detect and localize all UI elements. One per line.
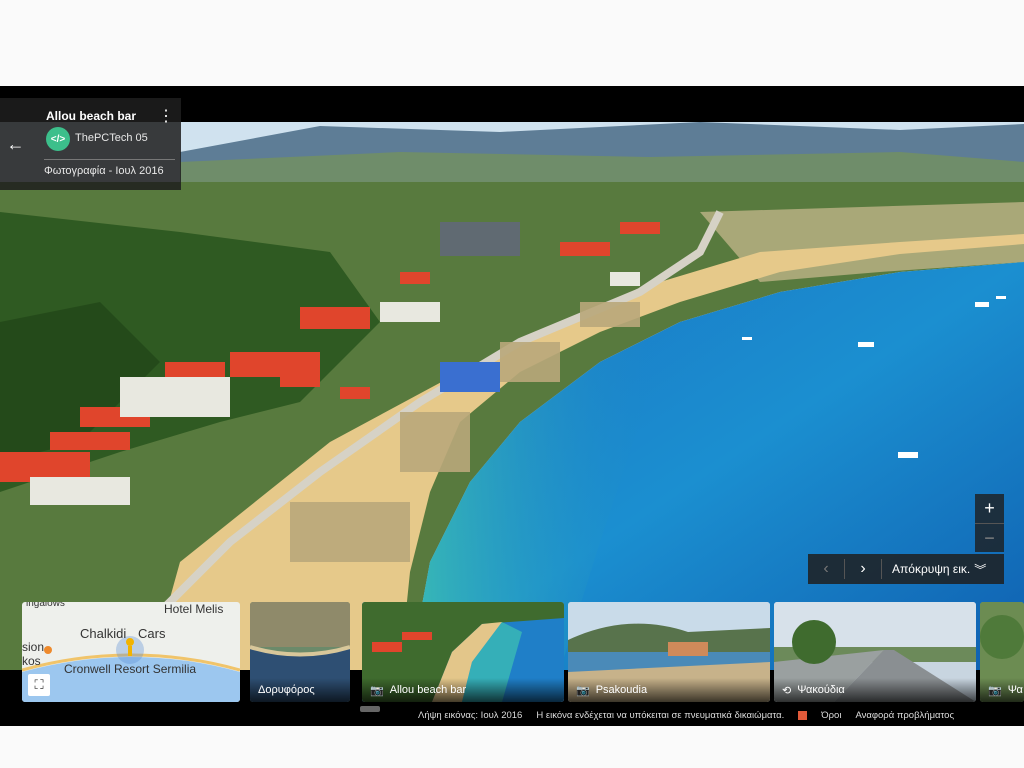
- thumbnail-label-text: Ψακούδια: [797, 684, 845, 696]
- thumbnail-label-text: Allou beach bar: [389, 684, 467, 696]
- thumbnail-satellite[interactable]: Δορυφόρος: [250, 602, 350, 702]
- footer-bar: Λήψη εικόνας: Ιουλ 2016 Η εικόνα ενδέχετ…: [418, 710, 968, 721]
- more-vert-icon[interactable]: ⋮: [158, 108, 174, 128]
- map-label: ingalows: [26, 602, 65, 609]
- map-label: sion: [22, 640, 45, 654]
- hide-images-button[interactable]: Απόκρυψη εικ. ︾: [892, 561, 986, 578]
- panorama-image[interactable]: [0, 122, 1024, 670]
- photo-nav-bar: ‹ › Απόκρυψη εικ. ︾: [808, 554, 1004, 584]
- thumbnail-label: 📷 Psakoudia: [568, 678, 770, 702]
- top-margin: [0, 0, 1024, 86]
- thumbnail-label: Δορυφόρος: [250, 678, 350, 702]
- thumbnail-label: 📷 Ψα: [980, 678, 1024, 702]
- capture-date: Λήψη εικόνας: Ιουλ 2016: [418, 710, 523, 721]
- zoom-in-button[interactable]: +: [975, 494, 1004, 523]
- thumbnail-label-text: Δορυφόρος: [258, 684, 315, 696]
- camera-icon: 📷: [576, 684, 590, 697]
- report-problem-link[interactable]: Αναφορά προβλήματος: [855, 710, 954, 721]
- thumbnail-scrollbar[interactable]: [360, 706, 380, 712]
- author-name[interactable]: ThePCTech 05: [75, 132, 148, 144]
- camera-icon: 📷: [370, 684, 384, 697]
- street-view-viewer[interactable]: ← Allou beach bar ⋮ </> ThePCTech 05 Φωτ…: [0, 86, 1024, 726]
- map-label: Cars: [138, 626, 166, 641]
- thumbnail-label: 📷 Allou beach bar: [362, 678, 564, 702]
- photo-info-card: ← Allou beach bar ⋮ </> ThePCTech 05 Φωτ…: [0, 98, 181, 190]
- thumbnail-label-text: Ψα: [1007, 684, 1023, 696]
- map-label: kos: [22, 654, 41, 668]
- double-chevron-down-icon: ︾: [974, 562, 987, 577]
- prev-photo-button[interactable]: ‹: [808, 560, 844, 578]
- thumbnail-allou-beach-bar[interactable]: 📷 Allou beach bar: [362, 602, 564, 702]
- card-divider: [44, 159, 175, 160]
- back-arrow-icon[interactable]: ←: [0, 98, 31, 190]
- map-thumbnail[interactable]: ingalows Hotel Melis Chalkidi Cars Cronw…: [22, 602, 240, 702]
- place-title[interactable]: Allou beach bar: [46, 109, 136, 123]
- google-icon: [798, 711, 808, 720]
- copyright-notice: Η εικόνα ενδέχεται να υπόκειται σε πνευμ…: [536, 710, 785, 721]
- map-label: Cronwell Resort Sermilia: [64, 662, 197, 676]
- 360-icon: ⟲: [782, 684, 792, 697]
- thumbnail-strip: ingalows Hotel Melis Chalkidi Cars Cronw…: [0, 602, 1024, 702]
- photo-date: Φωτογραφία - Ιουλ 2016: [44, 165, 164, 177]
- thumbnail-label: ⟲ Ψακούδια: [774, 678, 976, 702]
- terms-link[interactable]: Όροι: [821, 710, 841, 721]
- camera-icon: 📷: [988, 684, 1002, 697]
- map-label: Hotel Melis: [164, 602, 224, 616]
- next-photo-button[interactable]: ›: [845, 560, 881, 578]
- thumbnail-label-text: Psakoudia: [595, 684, 648, 696]
- nav-divider: [881, 559, 882, 579]
- bottom-margin: [0, 726, 1024, 768]
- fullscreen-icon[interactable]: ⛶: [28, 674, 50, 696]
- map-label: Chalkidi: [80, 626, 127, 641]
- thumbnail-psakoudia[interactable]: 📷 Psakoudia: [568, 602, 770, 702]
- hide-images-label: Απόκρυψη εικ.: [892, 562, 971, 576]
- thumbnail-psakoudia-360[interactable]: ⟲ Ψακούδια: [774, 602, 976, 702]
- author-avatar[interactable]: </>: [46, 127, 70, 151]
- zoom-out-button[interactable]: −: [975, 523, 1004, 553]
- thumbnail-partial[interactable]: 📷 Ψα: [980, 602, 1024, 702]
- zoom-controls: + −: [975, 494, 1004, 552]
